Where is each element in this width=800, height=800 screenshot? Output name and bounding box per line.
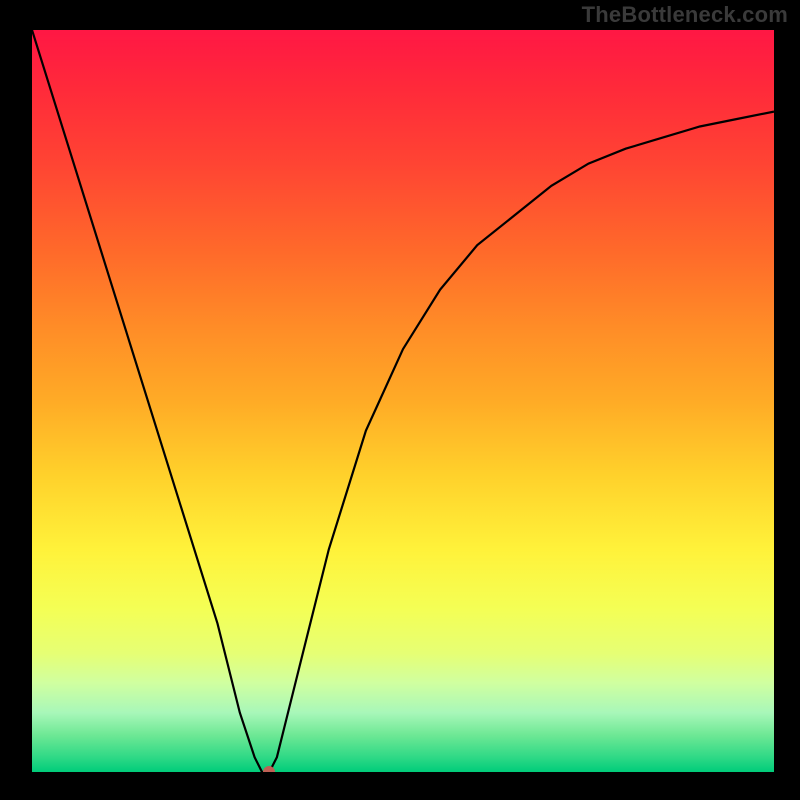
bottleneck-curve bbox=[32, 30, 774, 772]
chart-frame: TheBottleneck.com bbox=[0, 0, 800, 800]
plot-area bbox=[32, 30, 774, 772]
optimal-point-marker bbox=[263, 766, 275, 772]
watermark-text: TheBottleneck.com bbox=[582, 2, 788, 28]
